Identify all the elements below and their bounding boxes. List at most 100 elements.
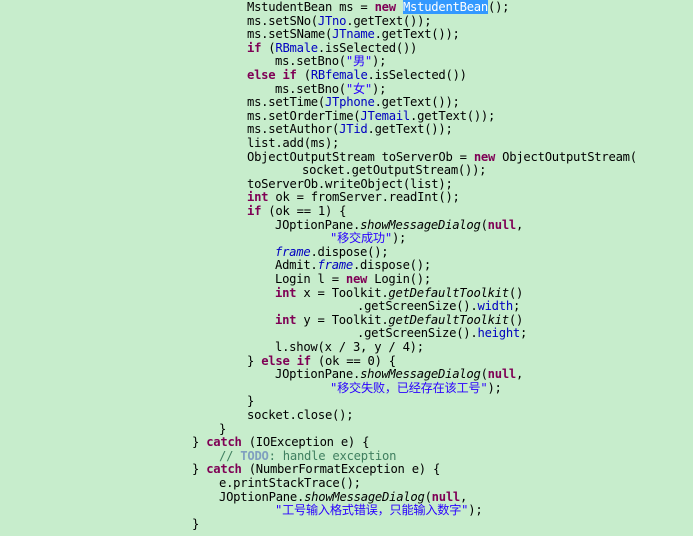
- code-text: Admit.: [275, 258, 318, 273]
- code-text: ms.setAuthor(: [247, 122, 340, 137]
- code-line[interactable]: "移交成功");: [330, 231, 406, 246]
- keyword-token: if: [247, 204, 262, 218]
- code-line[interactable]: "工号输入格式错误，只能输入数字");: [275, 503, 483, 518]
- code-line[interactable]: int ok = fromServer.readInt();: [247, 191, 460, 205]
- code-line[interactable]: l.show(x / 3, y / 4);: [275, 340, 424, 355]
- keyword-token: int: [275, 312, 297, 327]
- code-line[interactable]: MstudentBean ms = new MstudentBean();: [247, 0, 510, 15]
- code-text: l.show(x / 3, y / 4);: [275, 340, 424, 354]
- string-literal: "移交成功": [330, 231, 392, 246]
- code-text: Login l =: [275, 272, 346, 286]
- code-text: (ok == 0) {: [310, 353, 396, 368]
- todo-tag: TODO: [240, 448, 269, 463]
- field-token: height: [477, 326, 521, 341]
- method-token: showMessageDialog: [304, 489, 425, 504]
- code-line[interactable]: } catch (IOException e) {: [192, 435, 370, 450]
- code-text: ms.setSNo(: [247, 13, 318, 28]
- code-text: list.add(ms);: [247, 136, 340, 150]
- code-text: );: [372, 54, 387, 69]
- keyword-token: else: [247, 68, 276, 82]
- code-line[interactable]: e.printStackTrace();: [219, 476, 361, 491]
- method-token: showMessageDialog: [360, 217, 481, 232]
- code-text: );: [487, 380, 502, 395]
- keyword-token: if: [282, 68, 297, 82]
- code-text: y = Toolkit.: [296, 312, 389, 327]
- code-text: (: [480, 367, 488, 382]
- code-line[interactable]: ObjectOutputStream toServerOb = new Obje…: [247, 150, 637, 165]
- code-text: ms.setOrderTime(: [247, 108, 361, 123]
- code-text: .getScreenSize().: [357, 326, 478, 341]
- field-token: JTno: [317, 13, 347, 28]
- code-line[interactable]: ms.setSNo(JTno.getText());: [247, 13, 432, 29]
- keyword-token: new: [374, 0, 397, 14]
- code-line[interactable]: }: [247, 395, 254, 409]
- code-text: );: [372, 81, 387, 96]
- code-line[interactable]: socket.getOutputStream());: [302, 163, 487, 178]
- code-text: ms.setBno(: [275, 54, 346, 69]
- code-text: }: [247, 353, 262, 368]
- code-text: x = Toolkit.: [296, 285, 389, 300]
- code-line[interactable]: frame.dispose();: [275, 244, 389, 260]
- code-text: ms.setTime(: [247, 95, 325, 110]
- keyword-token: new: [345, 272, 368, 286]
- keyword-token: catch: [206, 435, 242, 450]
- field-token: RBfemale: [310, 68, 368, 82]
- field-token: JTphone: [324, 95, 375, 110]
- code-line[interactable]: Admit.frame.dispose();: [275, 259, 431, 273]
- code-text: (IOException e) {: [241, 435, 370, 450]
- code-line[interactable]: ms.setBno("男");: [275, 55, 386, 69]
- keyword-token: null: [487, 217, 517, 232]
- code-line[interactable]: if (ok == 1) {: [247, 204, 347, 219]
- code-line[interactable]: }: [219, 422, 226, 437]
- code-text: (NumberFormatException e) {: [241, 462, 441, 477]
- code-line[interactable]: list.add(ms);: [247, 136, 340, 151]
- code-line[interactable]: // TODO: handle exception: [219, 448, 396, 464]
- code-editor[interactable]: MstudentBean ms = new MstudentBean(); ms.…: [0, 0, 693, 536]
- code-line[interactable]: Login l = new Login();: [275, 272, 431, 287]
- code-line[interactable]: ms.setBno("女");: [275, 81, 387, 97]
- string-literal: "女": [345, 81, 372, 96]
- string-literal: "男": [345, 54, 372, 69]
- code-text: .getText());: [374, 27, 460, 42]
- code-text: ok = fromServer.readInt();: [268, 190, 460, 205]
- code-text: .getText());: [367, 122, 453, 137]
- code-text: JOptionPane.: [219, 489, 305, 504]
- code-line[interactable]: } else if (ok == 0) {: [247, 353, 396, 369]
- static-field-token: frame: [275, 244, 311, 259]
- method-token: showMessageDialog: [360, 367, 481, 382]
- code-text: (): [508, 312, 524, 327]
- code-line[interactable]: socket.close();: [247, 408, 354, 423]
- code-line[interactable]: } catch (NumberFormatException e) {: [192, 463, 440, 477]
- comment-token: //: [219, 448, 241, 463]
- code-line[interactable]: }: [192, 517, 199, 532]
- method-token: getDefaultToolkit: [388, 312, 509, 327]
- keyword-token: if: [247, 40, 262, 55]
- code-line[interactable]: ms.setAuthor(JTid.getText());: [247, 123, 453, 137]
- code-line[interactable]: JOptionPane.showMessageDialog(null,: [275, 367, 523, 382]
- code-line[interactable]: .getScreenSize().width;: [357, 299, 520, 314]
- code-line[interactable]: toServerOb.writeObject(list);: [247, 176, 453, 192]
- code-line[interactable]: ms.setOrderTime(JTemail.getText());: [247, 108, 495, 124]
- code-line[interactable]: int x = Toolkit.getDefaultToolkit(): [275, 285, 523, 301]
- code-text: ,: [516, 217, 524, 232]
- code-text: Login();: [367, 272, 431, 286]
- code-text: }: [192, 435, 207, 450]
- code-line[interactable]: ms.setSName(JTname.getText());: [247, 27, 460, 42]
- code-text: ,: [460, 489, 468, 504]
- code-line[interactable]: else if (RBfemale.isSelected()): [247, 68, 467, 83]
- string-literal: "工号输入格式错误，只能输入数字": [275, 503, 469, 518]
- code-line[interactable]: "移交失败，已经存在该工号");: [330, 380, 502, 396]
- code-text: JOptionPane.: [275, 217, 361, 232]
- code-text: toServerOb.writeObject(list);: [247, 176, 453, 191]
- code-line[interactable]: .getScreenSize().height;: [357, 327, 527, 341]
- code-text: (: [424, 489, 432, 504]
- field-token: JTemail: [360, 108, 411, 123]
- code-text: ;: [520, 326, 528, 341]
- code-text: ms.setBno(: [275, 81, 346, 96]
- code-text: .isSelected()): [317, 40, 418, 55]
- code-line[interactable]: int y = Toolkit.getDefaultToolkit(): [275, 312, 524, 328]
- code-line[interactable]: ms.setTime(JTphone.getText());: [247, 95, 460, 110]
- code-line[interactable]: if (RBmale.isSelected()): [247, 40, 418, 56]
